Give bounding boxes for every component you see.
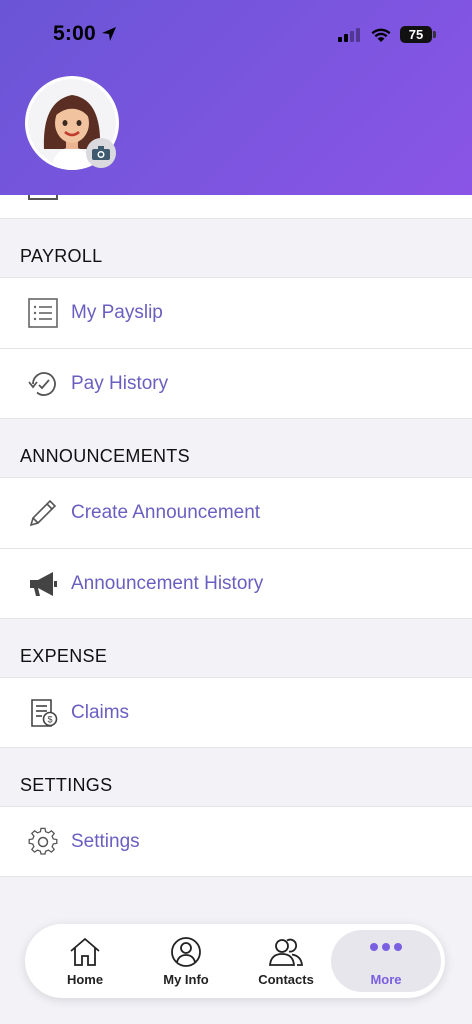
tab-label: My Info [163,972,209,987]
section-header-expense: EXPENSE [20,646,108,666]
cellular-signal-icon [338,28,360,42]
list-item[interactable] [0,195,472,219]
menu-item-create-announcement[interactable]: Create Announcement [0,477,472,548]
camera-glyph [92,146,110,160]
tab-my-info[interactable]: My Info [138,924,234,998]
pencil-icon [26,496,60,530]
menu-item-claims[interactable]: $ Claims [0,677,472,748]
battery-level: 75 [400,26,432,43]
tab-label: More [370,972,402,987]
menu-item-my-payslip[interactable]: My Payslip [0,277,472,348]
home-icon [70,937,100,966]
tab-label: Contacts [258,972,314,987]
profile-header: 5:00 75 [0,0,472,195]
menu-item-label: Claims [71,701,130,723]
battery-icon [433,31,436,38]
gear-icon [26,825,60,859]
section-header-settings: SETTINGS [20,775,113,795]
location-arrow-icon [102,27,116,41]
menu-item-announcement-history[interactable]: Announcement History [0,548,472,619]
menu-item-pay-history[interactable]: Pay History [0,348,472,419]
history-clock-icon [26,367,60,401]
menu-item-settings[interactable]: Settings [0,806,472,877]
user-icon [171,937,201,967]
tab-home[interactable]: Home [37,924,133,998]
bottom-tab-bar: Home My Info Contacts More [25,924,445,998]
claims-receipt-icon: $ [26,696,60,730]
wifi-icon [371,28,391,42]
menu-item-label: Settings [71,830,140,852]
menu-item-label: Create Announcement [71,502,261,523]
menu-item-label: Announcement History [71,572,264,594]
tab-more[interactable]: More [331,930,441,992]
menu-list: PAYROLL My Payslip Pay History ANNOUNCEM… [0,195,472,877]
tab-contacts[interactable]: Contacts [238,924,334,998]
menu-item-label: My Payslip [71,302,163,323]
status-bar: 5:00 75 [0,0,472,70]
section-header-payroll: PAYROLL [20,246,103,266]
partial-item-icon [28,195,58,200]
camera-icon[interactable] [86,138,116,168]
menu-item-label: Pay History [71,372,169,394]
payslip-list-icon [26,296,60,330]
dollar-sign: $ [47,714,52,724]
more-dots-icon [370,943,402,951]
status-time: 5:00 [53,22,96,45]
contacts-icon [269,938,304,966]
megaphone-icon [26,567,60,601]
section-header-announcements: ANNOUNCEMENTS [20,446,190,466]
tab-label: Home [66,972,104,987]
